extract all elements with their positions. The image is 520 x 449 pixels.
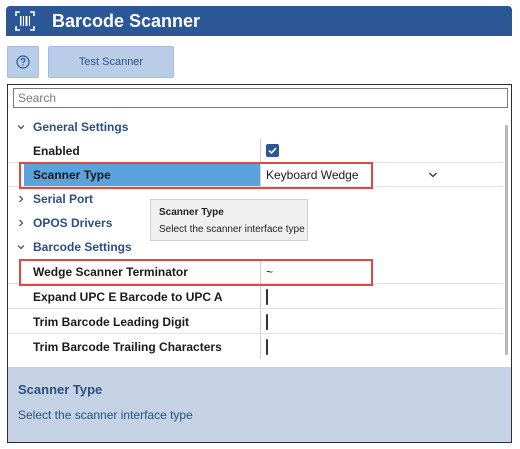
property-row-enabled[interactable]: Enabled	[8, 139, 503, 163]
property-name: Trim Barcode Leading Digit	[33, 314, 190, 329]
question-circle-icon	[16, 55, 30, 69]
column-divider	[260, 285, 261, 309]
property-row-trim-leading[interactable]: Trim Barcode Leading Digit	[8, 310, 503, 334]
tooltip-description: Select the scanner interface type	[159, 224, 305, 235]
column-divider	[260, 139, 261, 163]
trim-leading-checkbox[interactable]	[266, 314, 268, 330]
expand-upce-checkbox[interactable]	[266, 289, 268, 305]
category-label: OPOS Drivers	[33, 216, 113, 230]
property-name: Scanner Type	[33, 167, 111, 182]
check-icon	[268, 147, 277, 155]
column-divider	[260, 310, 261, 334]
chevron-down-icon	[429, 172, 437, 177]
chevron-down-icon	[17, 245, 25, 250]
property-name: Expand UPC E Barcode to UPC A	[33, 289, 223, 304]
category-label: Barcode Settings	[33, 240, 132, 254]
description-title: Scanner Type	[18, 382, 103, 397]
description-panel: Scanner Type Select the scanner interfac…	[8, 367, 511, 442]
enabled-checkbox-wrap	[266, 144, 279, 157]
category-label: General Settings	[33, 120, 129, 134]
chevron-down-icon	[17, 125, 25, 130]
highlight-box-wedge-terminator	[19, 259, 373, 286]
vertical-scrollbar[interactable]	[505, 125, 508, 355]
window-title: Barcode Scanner	[52, 10, 201, 31]
tooltip-title: Scanner Type	[159, 207, 224, 218]
column-divider	[260, 335, 261, 359]
trim-trailing-checkbox[interactable]	[266, 339, 268, 355]
toolbar: Test Scanner	[6, 46, 512, 78]
property-row-trim-trailing[interactable]: Trim Barcode Trailing Characters	[8, 335, 503, 359]
test-scanner-button[interactable]: Test Scanner	[48, 46, 174, 78]
category-general-settings[interactable]: General Settings	[8, 115, 503, 139]
title-bar: Barcode Scanner	[6, 6, 512, 36]
chevron-right-icon	[19, 195, 24, 203]
tooltip: Scanner Type Select the scanner interfac…	[150, 199, 308, 241]
property-name: Trim Barcode Trailing Characters	[33, 340, 222, 354]
property-row-expand-upce[interactable]: Expand UPC E Barcode to UPC A	[8, 285, 503, 309]
enabled-checkbox[interactable]	[266, 144, 279, 157]
help-button[interactable]	[7, 46, 39, 78]
description-text: Select the scanner interface type	[18, 408, 193, 422]
property-name: Enabled	[33, 143, 80, 158]
category-label: Serial Port	[33, 192, 94, 206]
barcode-icon	[15, 11, 35, 31]
search-input[interactable]	[13, 88, 508, 108]
chevron-right-icon	[19, 219, 24, 227]
